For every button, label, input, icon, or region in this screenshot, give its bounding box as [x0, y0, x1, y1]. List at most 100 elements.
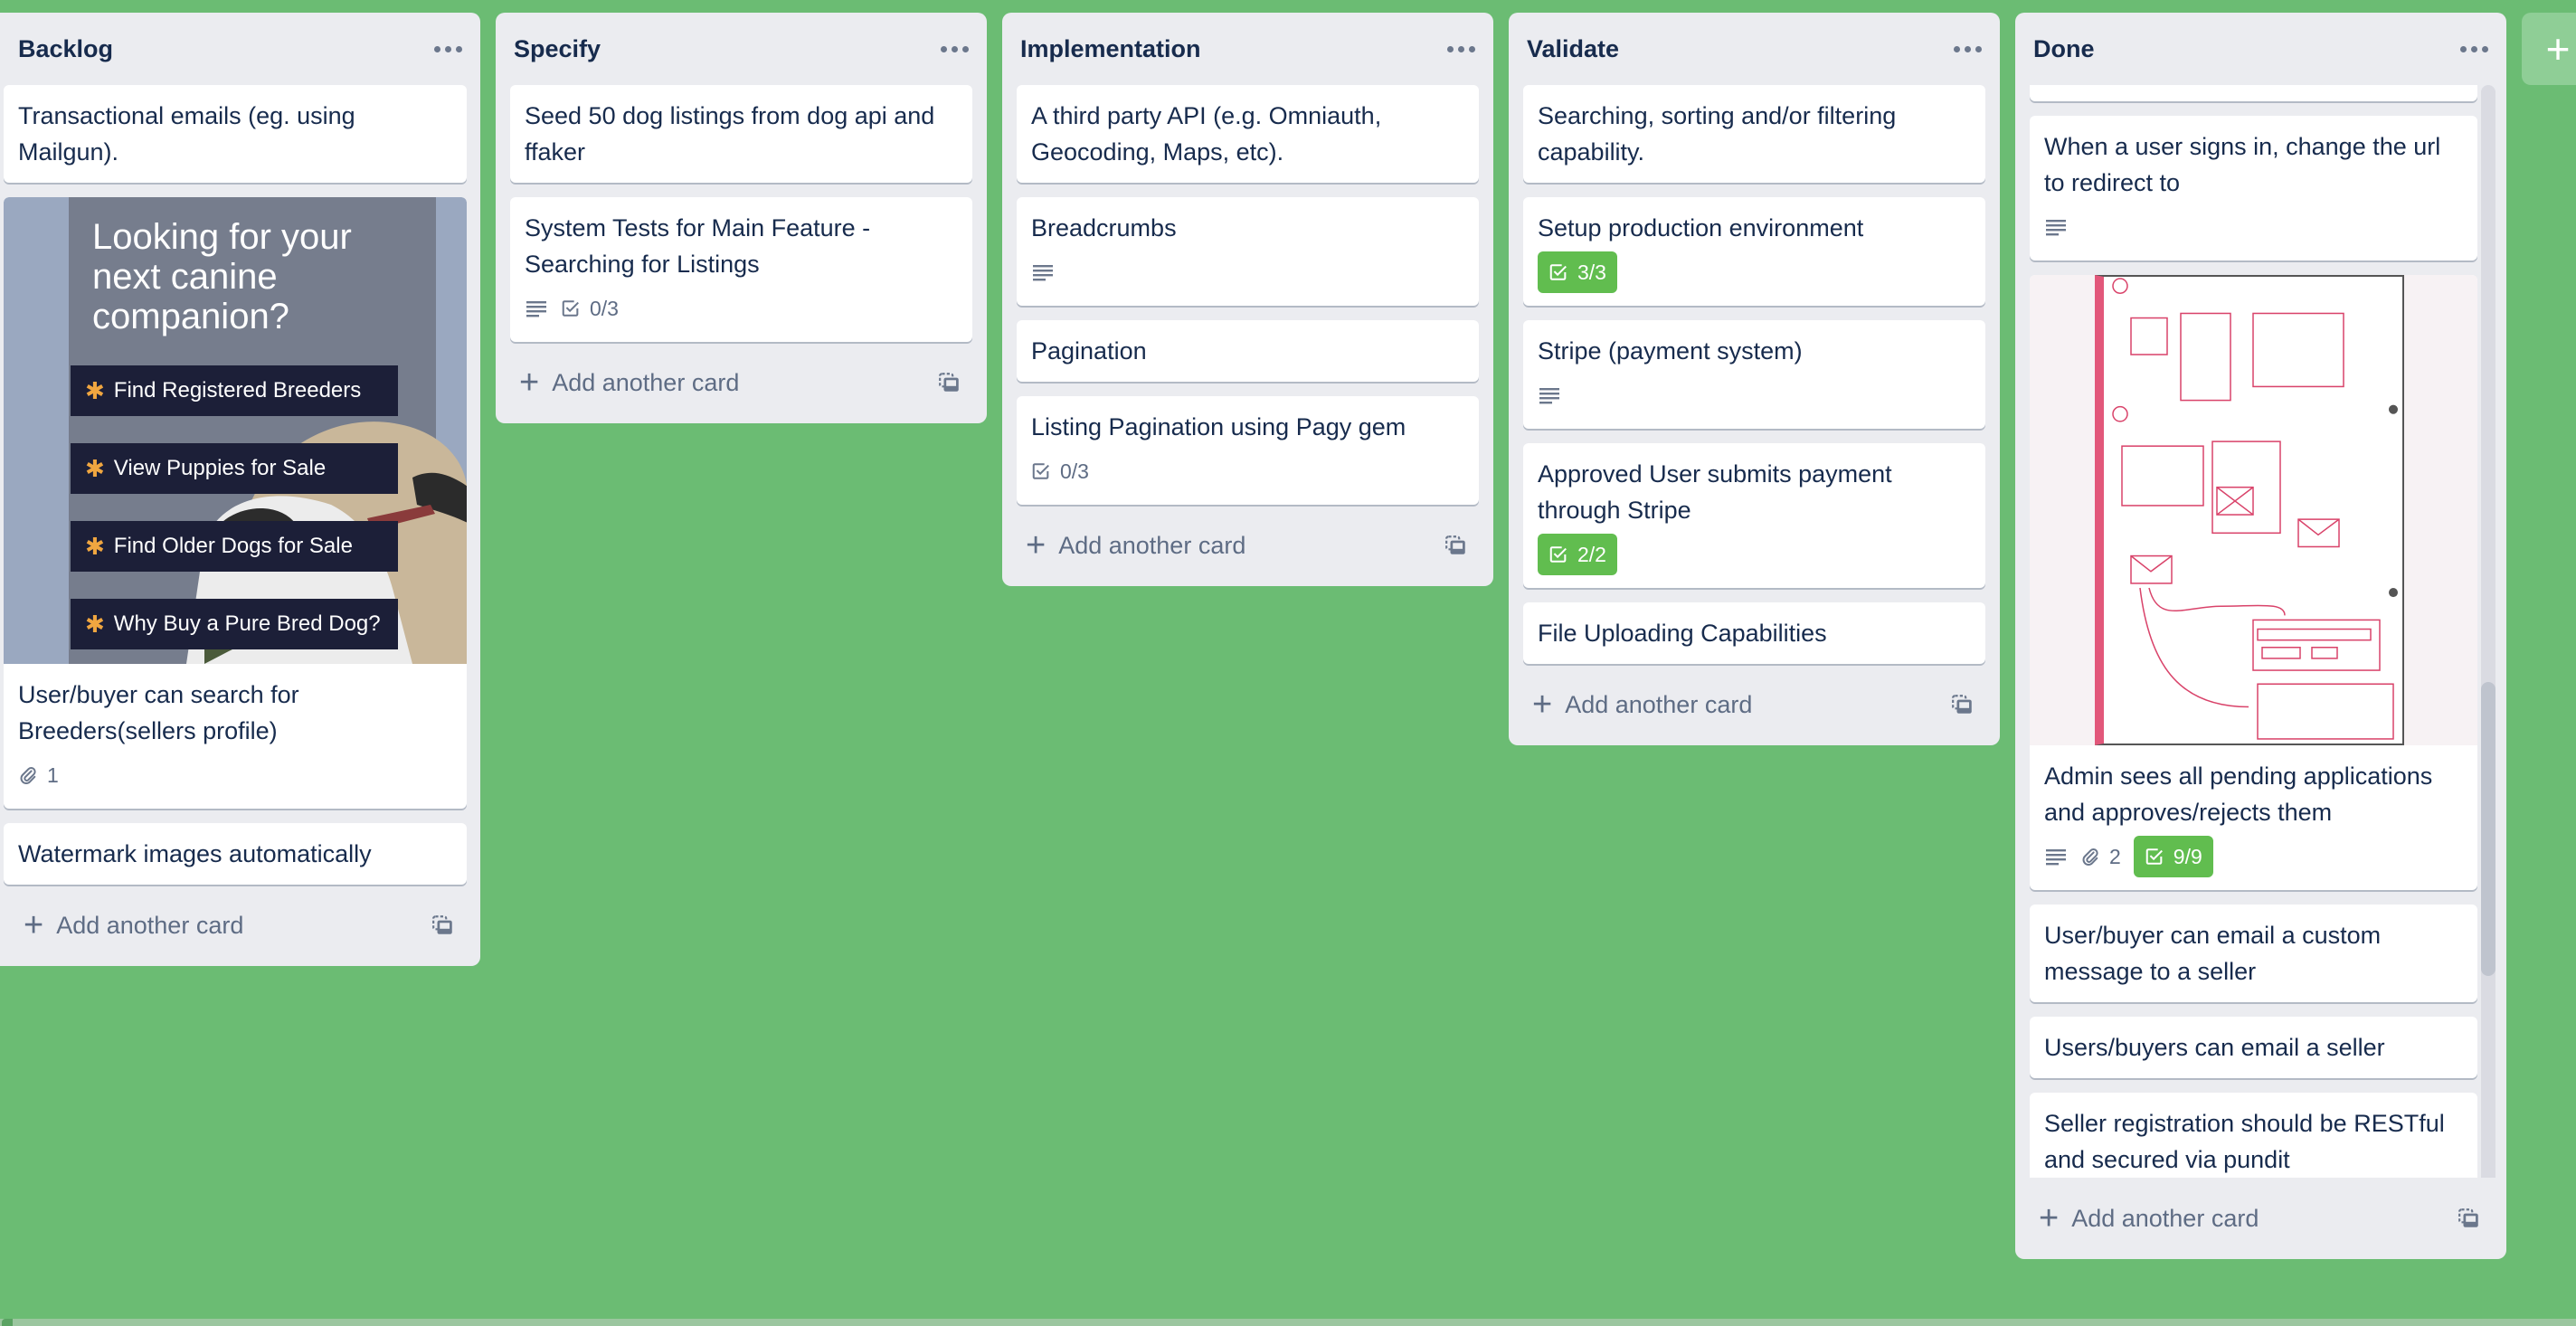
card[interactable]: Looking for your next canine companion? …	[4, 197, 467, 809]
checklist-complete-badge: 9/9	[2133, 836, 2213, 877]
add-card-button[interactable]: + Add another card	[1026, 528, 1245, 563]
description-icon	[1539, 388, 1559, 404]
card-title: email notification	[2044, 85, 2463, 89]
list-title[interactable]: Validate	[1527, 35, 1619, 63]
description-badge	[2044, 206, 2068, 248]
list-title[interactable]: Backlog	[18, 35, 113, 63]
list-implementation: Implementation A third party API (e.g. O…	[1002, 13, 1493, 586]
card-template-icon[interactable]	[1951, 693, 1975, 716]
card[interactable]: Approved User submits payment through St…	[1523, 443, 1985, 588]
description-icon	[1033, 265, 1053, 281]
card-title: User/buyer can search for Breeders(selle…	[18, 681, 299, 744]
card-list-scroll-area[interactable]: email notification When a user signs in,…	[2015, 85, 2506, 1178]
card[interactable]: When a user signs in, change the url to …	[2030, 116, 2477, 260]
cover-nav-button: ✱ View Puppies for Sale	[71, 443, 398, 494]
card-template-icon[interactable]	[1444, 534, 1468, 557]
card-title: System Tests for Main Feature - Searchin…	[525, 214, 871, 278]
card-list: Transactional emails (eg. using Mailgun)…	[0, 85, 480, 885]
cover-headline: Looking for your next canine companion?	[92, 217, 352, 336]
card-badges: 0/3	[1031, 450, 1464, 492]
more-horizontal-icon[interactable]	[2456, 31, 2492, 67]
vertical-scrollbar[interactable]	[2481, 85, 2496, 1178]
add-list-button[interactable]: +	[2522, 13, 2576, 85]
card[interactable]: Setup production environment 3/3	[1523, 197, 1985, 306]
attachment-badge: 1	[18, 754, 59, 796]
description-badge	[525, 288, 548, 329]
checklist-icon	[1549, 546, 1567, 563]
plus-icon: +	[1026, 526, 1046, 564]
board-canvas: Backlog Transactional emails (eg. using …	[0, 13, 2506, 1315]
more-horizontal-icon[interactable]	[430, 31, 466, 67]
add-card-button[interactable]: + Add another card	[519, 365, 739, 400]
list-title[interactable]: Specify	[514, 35, 601, 63]
wireframe-sketch	[2095, 275, 2404, 745]
card-title: Seller registration should be RESTful an…	[2044, 1110, 2445, 1173]
card-title: Watermark images automatically	[18, 840, 372, 867]
plus-icon: +	[24, 906, 44, 944]
add-card-row: + Add another card	[2015, 1178, 2506, 1259]
more-horizontal-icon[interactable]	[1949, 31, 1985, 67]
add-card-button[interactable]: + Add another card	[24, 908, 243, 942]
list-header: Specify	[496, 13, 987, 85]
cover-nav-button: ✱ Why Buy a Pure Bred Dog?	[71, 599, 398, 649]
card[interactable]: Searching, sorting and/or filtering capa…	[1523, 85, 1985, 183]
card[interactable]: Pagination	[1017, 320, 1479, 382]
list-done: Done email notification When a user sign…	[2015, 13, 2506, 1259]
card[interactable]: email notification	[2030, 85, 2477, 101]
card-badges: 0/3	[525, 288, 958, 329]
plus-icon: +	[1532, 686, 1553, 724]
card[interactable]: Transactional emails (eg. using Mailgun)…	[4, 85, 467, 183]
scrollbar-thumb[interactable]	[2481, 682, 2496, 976]
description-icon	[526, 301, 546, 317]
card[interactable]: Listing Pagination using Pagy gem 0/3	[1017, 396, 1479, 505]
more-horizontal-icon[interactable]	[936, 31, 972, 67]
card-badges: 1	[18, 754, 452, 796]
card-badges: 3/3	[1538, 251, 1971, 293]
more-horizontal-icon[interactable]	[1443, 31, 1479, 67]
card[interactable]: Stripe (payment system)	[1523, 320, 1985, 429]
card-cover-image	[2030, 275, 2477, 745]
add-card-button[interactable]: + Add another card	[1532, 687, 1752, 722]
card-title: Approved User submits payment through St…	[1538, 460, 1892, 524]
horizontal-scrollbar[interactable]	[0, 1319, 2576, 1326]
plus-icon: +	[519, 364, 540, 402]
plus-icon: +	[2545, 25, 2571, 72]
card[interactable]: Seller registration should be RESTful an…	[2030, 1093, 2477, 1178]
scrollbar-thumb[interactable]	[2, 1319, 13, 1326]
card[interactable]: Seed 50 dog listings from dog api and ff…	[510, 85, 972, 183]
card[interactable]: User/buyer can email a custom message to…	[2030, 905, 2477, 1002]
card[interactable]: A third party API (e.g. Omniauth, Geocod…	[1017, 85, 1479, 183]
checklist-complete-badge: 2/2	[1538, 534, 1617, 575]
card[interactable]: Watermark images automatically	[4, 823, 467, 885]
add-card-button[interactable]: + Add another card	[2039, 1201, 2259, 1236]
card-title: When a user signs in, change the url to …	[2044, 133, 2441, 196]
cover-nav-button: ✱ Find Older Dogs for Sale	[71, 521, 398, 572]
card-template-icon[interactable]	[431, 914, 455, 937]
list-backlog: Backlog Transactional emails (eg. using …	[0, 13, 480, 966]
card-template-icon[interactable]	[2458, 1207, 2481, 1230]
card-title: Users/buyers can email a seller	[2044, 1034, 2385, 1061]
card-title: Setup production environment	[1538, 214, 1864, 242]
asterisk-icon: ✱	[85, 376, 105, 404]
list-title[interactable]: Done	[2033, 35, 2095, 63]
card[interactable]: Admin sees all pending applications and …	[2030, 275, 2477, 890]
description-badge	[1538, 374, 1561, 416]
card-badges	[2044, 206, 2463, 248]
card-title: A third party API (e.g. Omniauth, Geocod…	[1031, 102, 1382, 166]
card-list: A third party API (e.g. Omniauth, Geocod…	[1002, 85, 1493, 505]
card-template-icon[interactable]	[938, 371, 961, 394]
card[interactable]: Users/buyers can email a seller	[2030, 1017, 2477, 1078]
card[interactable]: Breadcrumbs	[1017, 197, 1479, 306]
list-header: Validate	[1509, 13, 2000, 85]
card-title: Stripe (payment system)	[1538, 337, 1803, 365]
asterisk-icon: ✱	[85, 532, 105, 560]
list-title[interactable]: Implementation	[1020, 35, 1201, 63]
cover-nav-button: ✱ Find Registered Breeders	[71, 365, 398, 416]
card[interactable]: File Uploading Capabilities	[1523, 602, 1985, 664]
add-card-row: + Add another card	[496, 342, 987, 423]
description-icon	[2046, 849, 2066, 866]
checklist-icon	[562, 300, 579, 317]
card-title: Seed 50 dog listings from dog api and ff…	[525, 102, 935, 166]
card[interactable]: System Tests for Main Feature - Searchin…	[510, 197, 972, 342]
description-icon	[2046, 220, 2066, 236]
